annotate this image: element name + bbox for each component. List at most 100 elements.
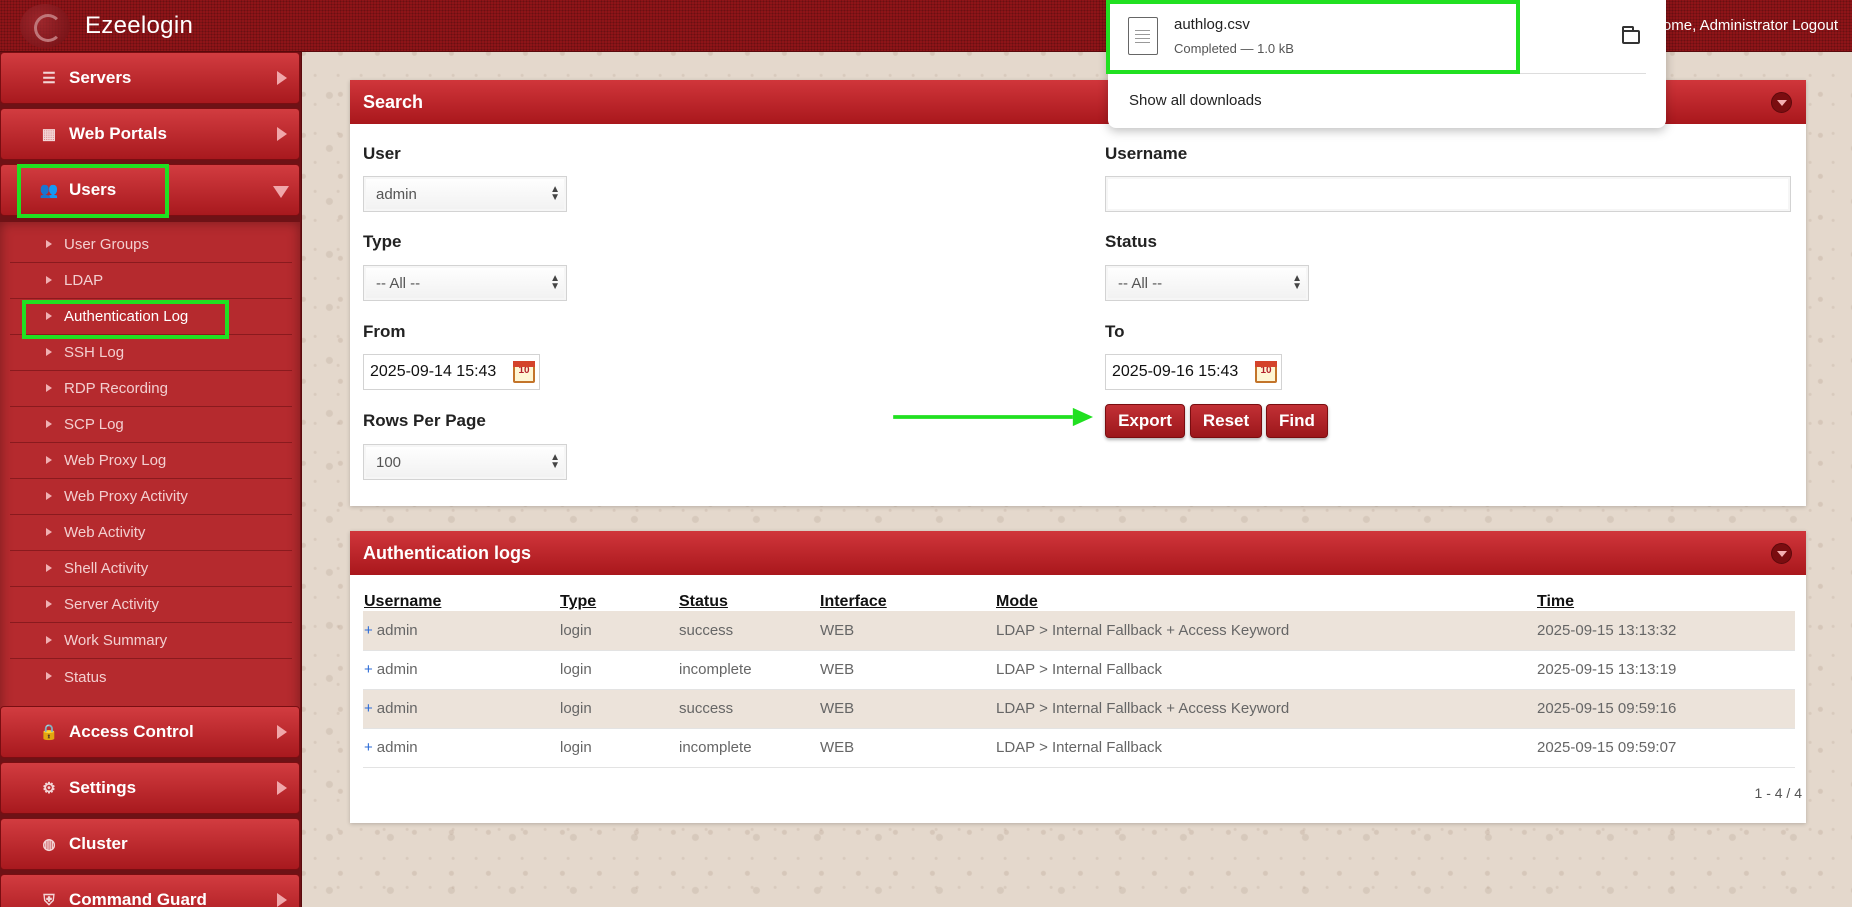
select-arrows-icon: ▲ ▼ bbox=[550, 273, 560, 292]
expand-row-icon[interactable]: + bbox=[364, 622, 373, 639]
auth-logs-header: Authentication logs bbox=[350, 531, 1806, 575]
calendar-icon[interactable]: 10 bbox=[513, 361, 535, 383]
cell-interface: WEB bbox=[819, 650, 995, 690]
auth-logs-title: Authentication logs bbox=[363, 542, 531, 563]
calendar-icon[interactable]: 10 bbox=[1255, 361, 1277, 383]
status-select-value: -- All -- bbox=[1118, 274, 1163, 292]
status-select[interactable]: -- All -- ▲ ▼ bbox=[1105, 265, 1309, 301]
select-arrows-icon: ▲ ▼ bbox=[550, 184, 560, 203]
status-label: Status bbox=[1105, 232, 1157, 251]
rows-per-page-value: 100 bbox=[376, 453, 402, 471]
submenu-item-authentication-log[interactable]: Authentication Log bbox=[10, 299, 292, 335]
rows-per-page-select[interactable]: 100 ▲ ▼ bbox=[363, 444, 567, 480]
cell-interface: WEB bbox=[819, 611, 995, 651]
from-date-value: 2025-09-14 15:43 bbox=[370, 363, 497, 380]
cell-type: login bbox=[559, 650, 678, 690]
sidebar-item-cluster[interactable]: ◍ Cluster bbox=[0, 818, 300, 870]
user-label: User bbox=[363, 144, 401, 163]
submenu-item-status[interactable]: Status bbox=[10, 659, 292, 695]
column-header-status[interactable]: Status bbox=[678, 583, 819, 611]
column-header-type[interactable]: Type bbox=[559, 583, 678, 611]
cell-mode: LDAP > Internal Fallback bbox=[995, 728, 1536, 768]
sidebar-item-access-control[interactable]: 🔒 Access Control bbox=[0, 706, 300, 758]
divider bbox=[1128, 73, 1646, 74]
chevron-right-icon bbox=[277, 781, 287, 795]
globe-icon: ◍ bbox=[42, 836, 56, 853]
column-header-username[interactable]: Username bbox=[363, 583, 559, 611]
pagination-info: 1 - 4 / 4 bbox=[1754, 785, 1802, 801]
sidebar-item-users[interactable]: 👥 Users bbox=[0, 164, 300, 216]
from-date-input[interactable]: 2025-09-14 15:43 10 bbox=[363, 354, 540, 390]
expand-row-icon[interactable]: + bbox=[364, 661, 373, 678]
collapse-icon[interactable] bbox=[1771, 92, 1792, 113]
cell-username: admin bbox=[376, 661, 418, 678]
table-row: + admin login success WEB LDAP > Internal… bbox=[363, 611, 1795, 651]
green-arrow-annotation bbox=[893, 407, 1093, 427]
username-label: Username bbox=[1105, 144, 1188, 163]
type-select-value: -- All -- bbox=[376, 274, 421, 292]
reset-button[interactable]: Reset bbox=[1190, 404, 1262, 438]
submenu-item-ldap[interactable]: LDAP bbox=[10, 263, 292, 299]
sidebar-item-web-portals[interactable]: ▦ Web Portals bbox=[0, 108, 300, 160]
welcome-area: ome, Administrator Logout bbox=[1663, 17, 1838, 34]
user-select[interactable]: admin ▲ ▼ bbox=[363, 176, 567, 212]
cell-time: 2025-09-15 09:59:16 bbox=[1536, 689, 1795, 729]
submenu-item-web-activity[interactable]: Web Activity bbox=[10, 515, 292, 551]
users-submenu: User Groups LDAP Authentication Log SSH … bbox=[0, 222, 300, 752]
lock-icon: 🔒 bbox=[39, 724, 59, 741]
cell-mode: LDAP > Internal Fallback bbox=[995, 650, 1536, 690]
sidebar-item-command-guard[interactable]: ⛨ Command Guard bbox=[0, 874, 300, 907]
submenu-item-shell-activity[interactable]: Shell Activity bbox=[10, 551, 292, 587]
sidebar-item-label: Command Guard bbox=[69, 890, 207, 907]
table-row: + admin login incomplete WEB LDAP > Inter… bbox=[363, 728, 1795, 768]
to-label: To bbox=[1105, 322, 1125, 341]
to-date-value: 2025-09-16 15:43 bbox=[1112, 363, 1239, 380]
submenu-item-web-proxy-activity[interactable]: Web Proxy Activity bbox=[10, 479, 292, 515]
column-header-mode[interactable]: Mode bbox=[995, 583, 1536, 611]
submenu-item-ssh-log[interactable]: SSH Log bbox=[10, 335, 292, 371]
chevron-right-icon bbox=[277, 893, 287, 907]
user-select-value: admin bbox=[376, 185, 417, 203]
submenu-item-server-activity[interactable]: Server Activity bbox=[10, 587, 292, 623]
expand-row-icon[interactable]: + bbox=[364, 700, 373, 717]
find-button[interactable]: Find bbox=[1266, 404, 1328, 438]
submenu-item-user-groups[interactable]: User Groups bbox=[10, 227, 292, 263]
cell-status: success bbox=[678, 611, 819, 651]
cell-type: login bbox=[559, 611, 678, 651]
download-file-name[interactable]: authlog.csv bbox=[1174, 16, 1250, 33]
sidebar-item-label: Users bbox=[69, 180, 117, 199]
chevron-right-icon bbox=[277, 725, 287, 739]
sidebar-item-label: Web Portals bbox=[69, 124, 167, 143]
cell-time: 2025-09-15 09:59:07 bbox=[1536, 728, 1795, 768]
search-panel: Search User admin ▲ ▼ Username Type -- Al… bbox=[350, 80, 1806, 506]
submenu-item-work-summary[interactable]: Work Summary bbox=[10, 623, 292, 659]
show-all-downloads-link[interactable]: Show all downloads bbox=[1129, 92, 1262, 109]
cell-username: admin bbox=[376, 700, 418, 717]
cell-username: admin bbox=[376, 621, 418, 639]
column-header-interface[interactable]: Interface bbox=[819, 583, 995, 611]
sidebar-item-servers[interactable]: ☰ Servers bbox=[0, 52, 300, 104]
export-button[interactable]: Export bbox=[1105, 404, 1185, 438]
gears-icon: ⚙ bbox=[42, 780, 56, 797]
username-input[interactable] bbox=[1105, 176, 1791, 212]
column-header-time[interactable]: Time bbox=[1536, 583, 1795, 611]
submenu-item-rdp-recording[interactable]: RDP Recording bbox=[10, 371, 292, 407]
sidebar-item-label: Settings bbox=[69, 778, 137, 797]
submenu-item-web-proxy-log[interactable]: Web Proxy Log bbox=[10, 443, 292, 479]
sidebar-item-settings[interactable]: ⚙ Settings bbox=[0, 762, 300, 814]
downloads-popup: authlog.csv Completed — 1.0 kB Show all … bbox=[1108, 0, 1666, 128]
select-arrows-icon: ▲ ▼ bbox=[550, 452, 560, 471]
type-select[interactable]: -- All -- ▲ ▼ bbox=[363, 265, 567, 301]
submenu-item-scp-log[interactable]: SCP Log bbox=[10, 407, 292, 443]
logout-link[interactable]: Logout bbox=[1792, 17, 1838, 34]
to-date-input[interactable]: 2025-09-16 15:43 10 bbox=[1105, 354, 1282, 390]
sidebar: ☰ Servers ▦ Web Portals 👥 Users User Gro… bbox=[0, 52, 302, 907]
folder-icon[interactable] bbox=[1622, 26, 1640, 44]
cell-time: 2025-09-15 13:13:32 bbox=[1536, 611, 1795, 651]
cell-type: login bbox=[559, 689, 678, 729]
cell-interface: WEB bbox=[819, 689, 995, 729]
welcome-text: ome, Administrator bbox=[1662, 17, 1788, 34]
collapse-icon[interactable] bbox=[1771, 543, 1792, 564]
expand-row-icon[interactable]: + bbox=[364, 739, 373, 756]
cell-username: admin bbox=[376, 739, 418, 756]
